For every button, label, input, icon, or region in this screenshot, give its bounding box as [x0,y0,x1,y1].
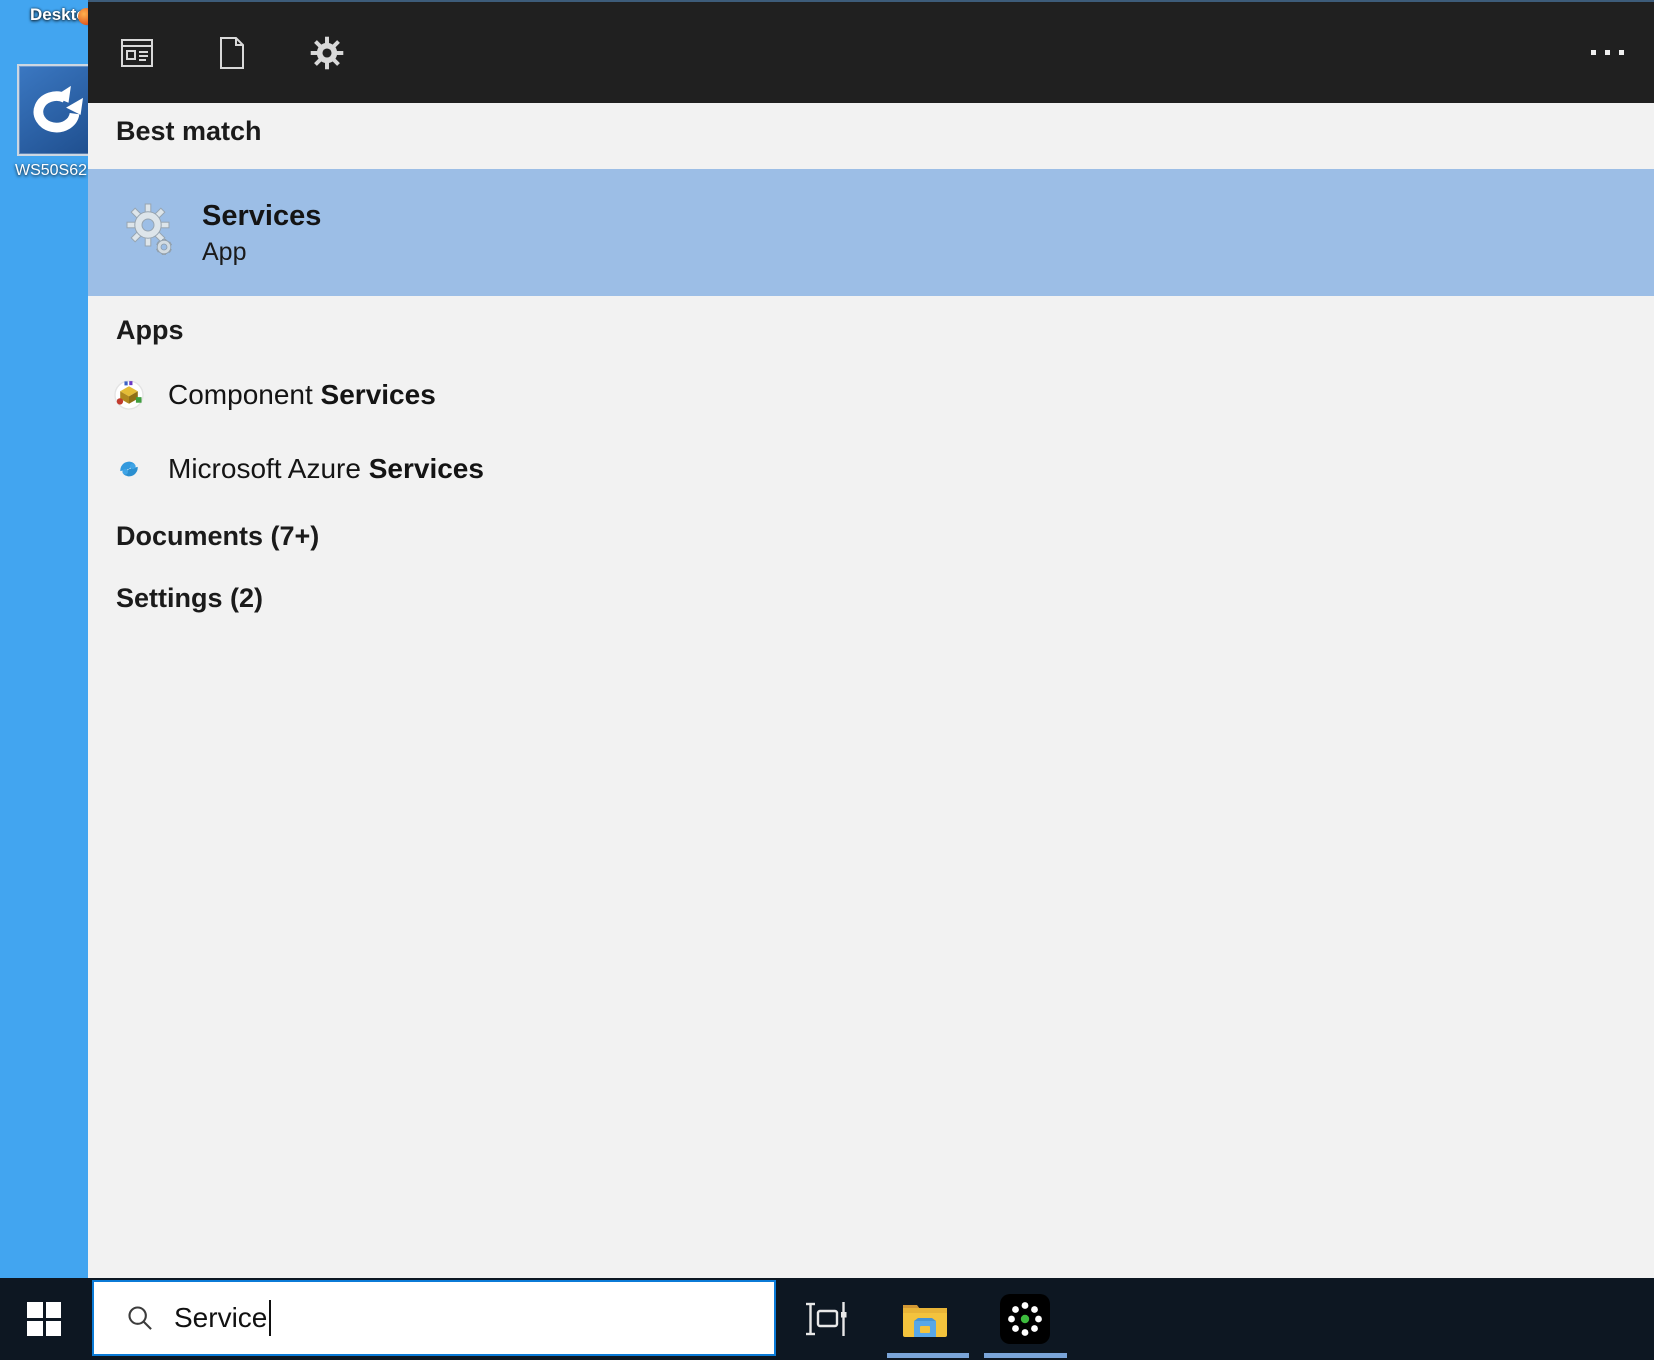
app-result-component-services[interactable]: Component Services [88,361,1654,429]
app-label-prefix: Microsoft Azure [168,453,369,484]
taskbar: Service [0,1278,1654,1360]
best-match-title: Services [202,199,322,232]
app-label-emphasis: Services [320,379,436,410]
app-label-prefix: Component [168,379,321,410]
best-match-subtitle: App [202,237,247,266]
file-explorer-running-indicator [887,1353,969,1358]
windows-logo-icon [27,1302,61,1336]
best-match-texts: Services App [202,200,321,266]
app-result-microsoft-azure-services[interactable]: Microsoft Azure Services [88,435,1654,503]
search-query-text: Service [174,1302,268,1333]
start-button[interactable] [0,1278,88,1360]
taskbar-search-input[interactable]: Service [92,1280,776,1356]
more-options-icon[interactable] [1591,33,1624,73]
component-services-icon [112,378,146,412]
task-view-icon [806,1302,847,1336]
settings-section-header[interactable]: Settings (2) [116,581,263,615]
file-explorer-button[interactable] [895,1289,955,1349]
desktop-shortcut-label: WS50S62 [14,162,88,179]
spinner-app-running-indicator [984,1353,1067,1358]
text-caret [269,1300,272,1336]
app-label-emphasis: Services [368,453,484,484]
azure-services-icon [112,452,146,486]
task-view-button[interactable] [797,1289,857,1349]
settings-filter-icon[interactable] [310,33,344,73]
apps-filter-icon[interactable] [120,33,154,73]
search-results-panel: Best match Services App Apps Component S… [88,0,1654,1278]
spinner-app-icon [1000,1294,1050,1344]
search-icon [128,1306,152,1330]
apps-section-header: Apps [116,315,184,345]
services-gear-icon [124,203,176,263]
documents-section-header[interactable]: Documents (7+) [116,519,319,553]
best-match-header: Best match [116,116,262,146]
remote-app-icon [17,64,91,156]
spinner-app-button[interactable] [995,1289,1055,1349]
documents-filter-icon[interactable] [215,33,249,73]
best-match-result-services[interactable]: Services App [88,169,1654,296]
file-explorer-icon [903,1305,947,1337]
app-result-label: Component Services [168,379,436,411]
search-filter-toolbar [88,0,1654,103]
app-result-label: Microsoft Azure Services [168,453,484,485]
